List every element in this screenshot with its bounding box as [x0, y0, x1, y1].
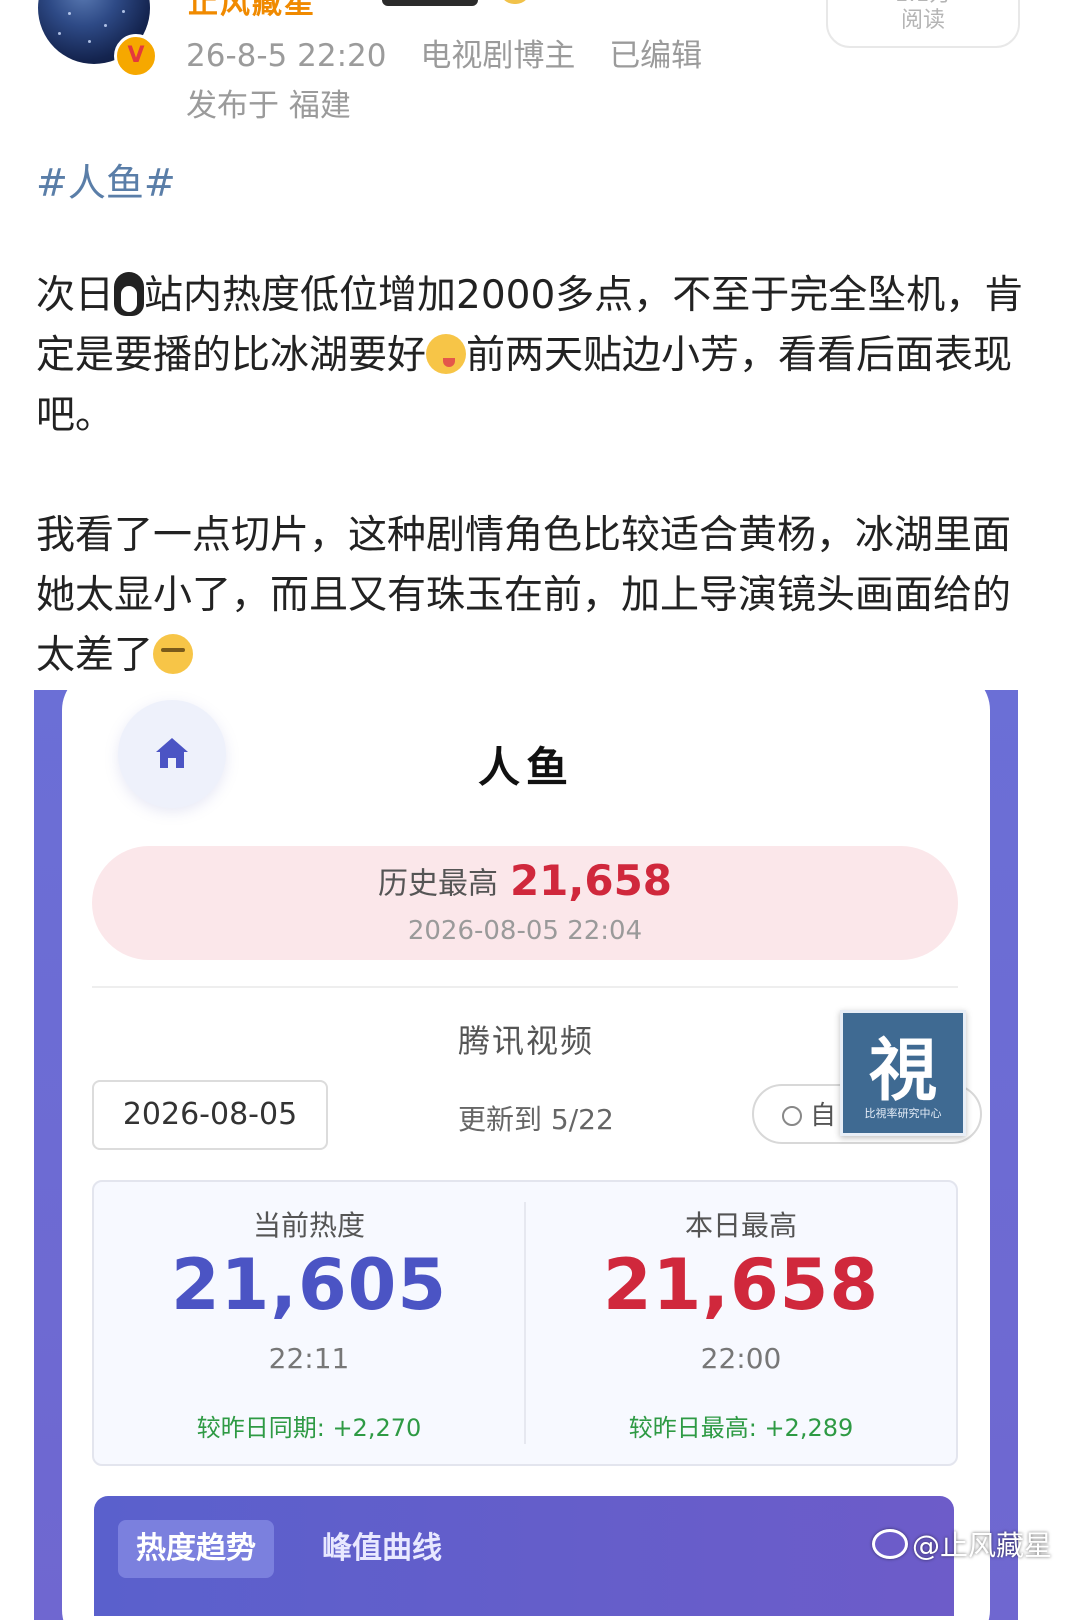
current-heat-delta: 较昨日同期: +2,270 [196, 1414, 422, 1442]
tab-peak-curve[interactable]: 峰值曲线 [304, 1520, 460, 1578]
read-count: 1.1万 [828, 0, 1018, 8]
peak-value: 21,658 [509, 856, 673, 905]
username[interactable]: 止风藏星 [188, 0, 316, 22]
verified-badge-icon: V [114, 34, 158, 78]
today-max-time: 22:00 [700, 1342, 782, 1375]
today-max-label: 本日最高 [684, 1209, 797, 1242]
drama-card: 人鱼 历史最高 21,658 2026-08-05 22:04 腾讯视频 2026… [62, 690, 990, 1620]
fan-badge-icon [500, 0, 530, 4]
read-label: 阅读 [900, 8, 945, 33]
logo-glyph: 視 [868, 1031, 937, 1111]
drama-title: 人鱼 [477, 743, 574, 792]
tongue-face-emoji-icon [426, 334, 467, 374]
post-location: 发布于 福建 [186, 88, 351, 124]
history-peak-panel: 历史最高 21,658 2026-08-05 22:04 [92, 846, 958, 960]
post-paragraph-1: 次日 站内热度低位增加2000多点，不至于完全坠机，肯定是要播的比冰湖要好 前两天贴… [36, 266, 1036, 446]
weibo-watermark: @止风藏星 [872, 1524, 1052, 1564]
peak-label: 历史最高 [377, 866, 498, 902]
para1-text-a: 次日 [36, 273, 115, 318]
penguin-emoji-icon [114, 272, 145, 316]
weibo-logo-icon [872, 1529, 908, 1559]
post-paragraph-2: 我看了一点切片，这种剧情角色比较适合黄杨，冰湖里面她太显小了，而且又有珠玉在前，… [36, 506, 1036, 686]
watermark-text: @止风藏星 [912, 1529, 1053, 1562]
author-role: 电视剧博主 [420, 38, 576, 74]
logo-subtitle: 比視率研究中心 [864, 1107, 942, 1120]
heat-stats-panel: 当前热度 21,605 22:11 较昨日同期: +2,270 本日最高 21,… [92, 1180, 958, 1466]
read-count-button[interactable]: 1.1万 阅读 [826, 0, 1020, 48]
trend-tab-bar: 热度趋势 峰值曲线 [94, 1496, 954, 1616]
post-image[interactable]: 人鱼 历史最高 21,658 2026-08-05 22:04 腾讯视频 2026… [34, 690, 1018, 1620]
post-timestamp: 26-8-5 22:20 [186, 38, 387, 74]
current-heat-column: 当前热度 21,605 22:11 较昨日同期: +2,270 [94, 1182, 524, 1464]
today-max-column: 本日最高 21,658 22:00 较昨日最高: +2,289 [526, 1182, 956, 1464]
current-heat-value: 21,605 [170, 1244, 448, 1326]
auto-label: 自 [810, 1101, 837, 1131]
hashtag-link[interactable]: #人鱼# [36, 152, 176, 207]
radio-icon [782, 1106, 802, 1126]
thinking-face-emoji-icon [153, 634, 194, 674]
divider [92, 986, 958, 988]
today-max-delta: 较昨日最高: +2,289 [628, 1414, 854, 1442]
today-max-value: 21,658 [602, 1244, 880, 1326]
episode-update-status: 更新到 5/22 [458, 1103, 614, 1136]
peak-time: 2026-08-05 22:04 [407, 916, 643, 946]
tab-heat-trend[interactable]: 热度趋势 [118, 1520, 274, 1578]
date-picker[interactable]: 2026-08-05 [92, 1080, 328, 1150]
current-heat-label: 当前热度 [252, 1209, 365, 1242]
current-heat-time: 22:11 [268, 1342, 350, 1375]
post-meta: 26-8-5 22:20 电视剧博主 已编辑 [186, 30, 726, 75]
member-level-badge [382, 0, 478, 6]
edited-tag[interactable]: 已编辑 [609, 38, 702, 74]
rating-center-logo: 視 比視率研究中心 [840, 1010, 966, 1136]
